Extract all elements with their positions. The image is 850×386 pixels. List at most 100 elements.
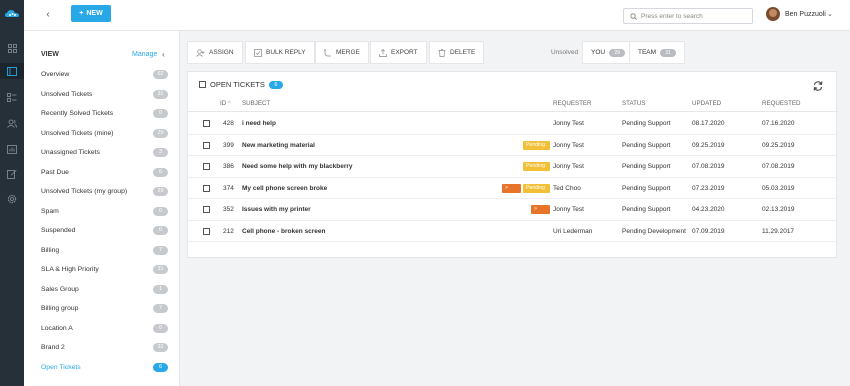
row-checkbox[interactable]: [203, 206, 210, 213]
sidebar-view-item[interactable]: Unsolved Tickets 31: [24, 85, 179, 105]
ticket-count-badge: 6: [268, 80, 283, 89]
row-checkbox[interactable]: [203, 184, 210, 192]
table-row[interactable]: 399 New marketing material Pending Jonny Te…: [188, 135, 838, 156]
ticket-subject[interactable]: i need help: [242, 120, 276, 127]
ticket-id: 428: [223, 120, 234, 127]
ticket-subject[interactable]: Need some help with my blackberry: [242, 163, 353, 170]
sidebar-view-item[interactable]: Sales Group 1: [24, 280, 179, 300]
avatar[interactable]: [766, 7, 780, 21]
ticket-requested: 07.16.2020: [762, 120, 795, 127]
table-row[interactable]: 352 Issues with my printer > SLA Jonny Test…: [188, 199, 838, 221]
view-count-badge: 3: [153, 148, 168, 157]
ticket-subject[interactable]: Cell phone - broken screen: [242, 228, 325, 235]
sidebar-view-item[interactable]: Unsolved Tickets (my group) 29: [24, 182, 179, 202]
dashboard-icon[interactable]: [4, 40, 20, 56]
bulk-reply-button[interactable]: BULK REPLY: [245, 41, 315, 64]
col-updated-header[interactable]: UPDATED: [692, 100, 721, 107]
sidebar-view-item[interactable]: Overview 62: [24, 65, 179, 85]
sidebar-view-item[interactable]: Past Due 6: [24, 163, 179, 183]
back-chevron-icon[interactable]: ‹: [42, 9, 54, 21]
sidebar-view-item[interactable]: Suspended 0: [24, 221, 179, 241]
ticket-requester: Jonny Test: [553, 163, 584, 170]
settings-icon[interactable]: [4, 191, 20, 207]
table-row[interactable]: 428 i need help Jonny Test Pending Support 0…: [188, 113, 838, 135]
table-row[interactable]: 374 My cell phone screen broke Pending > SL…: [188, 178, 838, 200]
team-count-badge: 31: [660, 48, 677, 57]
ticket-updated: 09.25.2019: [692, 141, 725, 149]
sidebar-view-item[interactable]: Billing 7: [24, 241, 179, 261]
select-all-checkbox[interactable]: [199, 81, 206, 88]
row-checkbox[interactable]: [203, 163, 210, 170]
view-count-badge: 0: [153, 323, 168, 333]
merge-label: MERGE: [336, 49, 360, 56]
ticket-id: 212: [223, 227, 234, 235]
delete-label: DELETE: [450, 49, 476, 56]
view-count-badge: 31: [153, 265, 168, 274]
views-panel: VIEW Manage ‹ Overview 62 Unsolved Tickets…: [24, 31, 180, 386]
new-ticket-button[interactable]: + NEW: [71, 5, 111, 22]
reports-icon[interactable]: [4, 141, 20, 157]
sidebar-view-item[interactable]: Unsolved Tickets (mine) 29: [24, 124, 179, 144]
col-requester-header[interactable]: REQUESTER: [553, 100, 592, 107]
row-checkbox[interactable]: [203, 141, 210, 149]
view-count-badge: 0: [153, 109, 168, 118]
you-filter-button[interactable]: YOU 29: [582, 41, 635, 64]
ticket-status: Pending Support: [622, 206, 671, 213]
ticket-updated: 07.23.2019: [692, 184, 725, 192]
export-button[interactable]: EXPORT: [370, 41, 427, 64]
sla-tag: > SLA: [531, 205, 550, 221]
ticket-subject[interactable]: My cell phone screen broke: [242, 185, 327, 192]
view-count-badge: 6: [153, 167, 168, 177]
col-requested-header[interactable]: REQUESTED: [762, 100, 801, 107]
view-count-badge: 7: [153, 304, 168, 313]
sidebar-view-item[interactable]: Billing group 7: [24, 299, 179, 319]
trash-icon: [438, 48, 446, 57]
row-checkbox[interactable]: [203, 227, 210, 235]
table-row[interactable]: 386 Need some help with my blackberry Pend…: [188, 156, 838, 178]
assign-button[interactable]: ASSIGN: [187, 41, 243, 64]
chevron-down-icon[interactable]: ⌄: [827, 10, 833, 18]
col-id-header[interactable]: ID ^: [220, 100, 231, 107]
merge-button[interactable]: MERGE: [315, 41, 369, 64]
users-icon[interactable]: [4, 115, 20, 131]
sidebar-view-item[interactable]: Unassigned Tickets 3: [24, 143, 179, 163]
delete-button[interactable]: DELETE: [429, 41, 485, 64]
assign-icon: [196, 48, 205, 57]
pending-tag: Pending: [523, 183, 550, 193]
list-icon[interactable]: [4, 89, 20, 105]
table-row[interactable]: 212 Cell phone - broken screen Uri Lederma…: [188, 221, 838, 242]
sidebar-view-item[interactable]: Location A0: [24, 319, 179, 339]
sidebar-view-item[interactable]: Spam 0: [24, 202, 179, 222]
collapse-chevron-icon[interactable]: ‹: [162, 50, 165, 59]
sidebar-view-item[interactable]: Recently Solved Tickets 0: [24, 104, 179, 124]
ticket-id: 399: [223, 141, 234, 149]
pending-tag: Pending: [523, 140, 550, 150]
refresh-icon[interactable]: [812, 80, 824, 92]
sidebar-view-item[interactable]: SLA & High Priority 31: [24, 260, 179, 280]
search-input[interactable]: [641, 12, 741, 20]
sidebar-view-item[interactable]: Open Tickets 6: [24, 358, 179, 378]
manage-link[interactable]: Manage: [132, 51, 157, 58]
you-label: YOU: [591, 49, 606, 56]
ticket-status: Pending Development: [622, 227, 686, 235]
ticket-subject[interactable]: New marketing material: [242, 142, 315, 149]
sidebar-view-item[interactable]: Brand 2 31: [24, 338, 179, 358]
ticket-id: 352: [223, 206, 234, 213]
row-checkbox[interactable]: [203, 120, 210, 127]
views-heading: VIEW: [41, 51, 59, 58]
view-count-badge: 31: [153, 343, 168, 352]
col-status-header[interactable]: STATUS: [622, 100, 646, 107]
search-box[interactable]: [623, 8, 753, 24]
export-label: EXPORT: [391, 49, 418, 56]
search-icon: [630, 12, 637, 20]
ticket-requester: Jonny Test: [553, 120, 584, 127]
edit-icon[interactable]: [4, 166, 20, 182]
team-filter-button[interactable]: TEAM 31: [629, 41, 686, 64]
card-title: OPEN TICKETS 6: [199, 80, 283, 89]
user-name[interactable]: Ben Puzzuoli: [785, 11, 826, 18]
tickets-icon[interactable]: [0, 63, 24, 79]
pending-tag: Pending: [523, 162, 550, 171]
ticket-updated: 04.23.2020: [692, 206, 725, 213]
ticket-subject[interactable]: Issues with my printer: [242, 206, 311, 213]
col-subject-header[interactable]: SUBJECT: [242, 100, 270, 107]
